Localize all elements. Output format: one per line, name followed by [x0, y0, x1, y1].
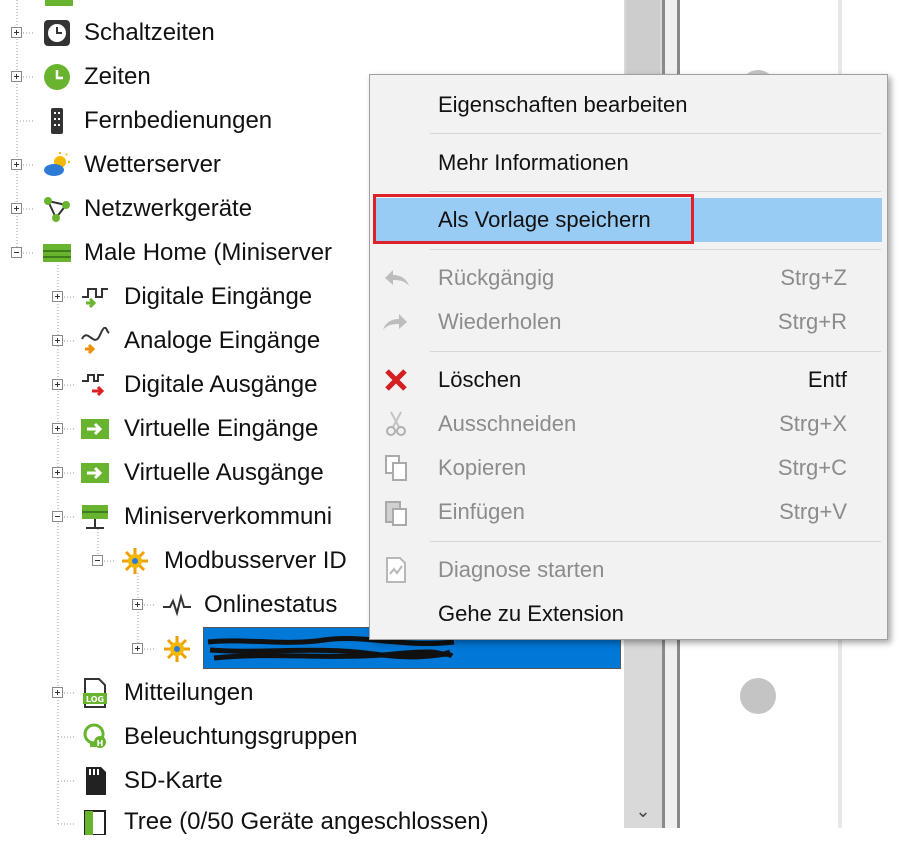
- expand-toggle[interactable]: [132, 599, 143, 610]
- collapse-toggle[interactable]: [11, 247, 22, 258]
- menu-item-label: Mehr Informationen: [438, 150, 629, 175]
- menu-item-shortcut: Strg+Z: [780, 265, 847, 290]
- log-icon: LOG: [80, 678, 110, 708]
- menu-item-shortcut: Strg+R: [777, 309, 847, 334]
- menu-item-paste[interactable]: Einfügen Strg+V: [370, 490, 887, 534]
- tree-item-label[interactable]: Digitale Eingänge: [124, 277, 312, 317]
- tree-item-label[interactable]: Beleuchtungsgruppen: [124, 717, 358, 757]
- light-group-icon: H: [80, 722, 110, 752]
- menu-item-label: Diagnose starten: [438, 557, 605, 582]
- virtual-output-icon: [80, 458, 110, 488]
- green-clock-icon: [42, 62, 72, 92]
- menu-item-shortcut: Strg+V: [779, 499, 847, 524]
- tree-item-label[interactable]: Mitteilungen: [124, 673, 253, 713]
- menu-item-delete[interactable]: Löschen Entf: [370, 358, 887, 402]
- analog-input-icon: [80, 326, 110, 356]
- tree-icon: [80, 806, 110, 836]
- pulse-icon: [162, 590, 192, 620]
- expand-toggle[interactable]: [11, 203, 22, 214]
- expand-toggle[interactable]: [11, 159, 22, 170]
- undo-icon: [380, 263, 412, 293]
- expand-toggle[interactable]: [52, 423, 63, 434]
- redo-icon: [380, 307, 412, 337]
- expand-toggle[interactable]: [52, 687, 63, 698]
- expand-toggle[interactable]: [52, 379, 63, 390]
- tree-item-label[interactable]: SD-Karte: [124, 761, 223, 801]
- menu-item-label: Kopieren: [438, 455, 527, 480]
- menu-item-more-info[interactable]: Mehr Informationen: [370, 141, 887, 185]
- expand-toggle[interactable]: [132, 643, 143, 654]
- tree-item-label[interactable]: Virtuelle Eingänge: [124, 409, 318, 449]
- menu-separator: [430, 351, 881, 352]
- menu-separator: [430, 191, 881, 192]
- tree-item-label[interactable]: Tree (0/50 Geräte angeschlossen): [124, 802, 489, 842]
- menu-separator: [430, 249, 881, 250]
- tree-item-label[interactable]: Analoge Eingänge: [124, 321, 320, 361]
- virtual-input-icon: [80, 414, 110, 444]
- tree-item-label[interactable]: Onlinestatus: [204, 585, 337, 625]
- expand-toggle[interactable]: [11, 71, 22, 82]
- menu-item-go-to-extension[interactable]: Gehe zu Extension: [370, 592, 887, 636]
- tree-item-label[interactable]: Fernbedienungen: [84, 101, 272, 141]
- menu-item-start-diagnosis[interactable]: Diagnose starten: [370, 548, 887, 592]
- menu-item-label: Wiederholen: [438, 309, 562, 334]
- remote-icon: [42, 106, 72, 136]
- menu-item-edit-properties[interactable]: Eigenschaften bearbeiten: [370, 83, 887, 127]
- expand-toggle[interactable]: [52, 467, 63, 478]
- expand-toggle[interactable]: [52, 335, 63, 346]
- menu-item-label: Rückgängig: [438, 265, 555, 290]
- menu-item-label: Löschen: [438, 367, 522, 392]
- menu-item-undo[interactable]: Rückgängig Strg+Z: [370, 256, 887, 300]
- menu-item-shortcut: Strg+X: [779, 411, 847, 436]
- tree-item-label[interactable]: Zeiten: [84, 57, 151, 97]
- status-dot: [740, 678, 776, 714]
- diagnose-icon: [380, 555, 412, 585]
- weather-icon: [42, 150, 72, 180]
- menu-item-redo[interactable]: Wiederholen Strg+R: [370, 300, 887, 344]
- menu-item-shortcut: Entf: [807, 367, 847, 392]
- expand-toggle[interactable]: [11, 27, 22, 38]
- delete-icon: [380, 365, 412, 395]
- digital-output-icon: [80, 370, 110, 400]
- network-device-icon: [80, 502, 110, 532]
- collapse-toggle[interactable]: [92, 555, 103, 566]
- cut-off-tree-icon: [45, 0, 73, 6]
- context-menu: Eigenschaften bearbeiten Mehr Informatio…: [369, 74, 888, 640]
- menu-item-label: Eigenschaften bearbeiten: [438, 92, 688, 117]
- cut-icon: [380, 409, 412, 439]
- modbus-icon: [120, 546, 150, 576]
- tree-item-label[interactable]: Miniserverkommuni: [124, 497, 332, 537]
- menu-item-label: Ausschneiden: [438, 411, 577, 436]
- menu-item-copy[interactable]: Kopieren Strg+C: [370, 446, 887, 490]
- modbus-icon: [162, 634, 192, 664]
- annotation-highlight-box: [373, 194, 694, 244]
- tree-item-label[interactable]: Netzwerkgeräte: [84, 189, 252, 229]
- copy-icon: [380, 453, 412, 483]
- tree-item-label[interactable]: Male Home (Miniserver: [84, 233, 332, 273]
- menu-separator: [430, 541, 881, 542]
- tree-item-label[interactable]: Digitale Ausgänge: [124, 365, 317, 405]
- menu-item-cut[interactable]: Ausschneiden Strg+X: [370, 402, 887, 446]
- clock-icon: [42, 18, 72, 48]
- menu-item-label: Gehe zu Extension: [438, 601, 624, 626]
- scroll-down-arrow-icon[interactable]: ⌄: [626, 796, 660, 826]
- tree-item-label[interactable]: Virtuelle Ausgänge: [124, 453, 324, 493]
- sd-card-icon: [80, 766, 110, 796]
- tree-item-label[interactable]: Schaltzeiten: [84, 13, 215, 53]
- tree-item-label[interactable]: Wetterserver: [84, 145, 221, 185]
- tree-item-label[interactable]: Modbusserver ID: [164, 541, 347, 581]
- menu-separator: [430, 133, 881, 134]
- svg-text:H: H: [97, 739, 104, 748]
- collapse-toggle[interactable]: [52, 511, 63, 522]
- paste-icon: [380, 497, 412, 527]
- network-icon: [42, 194, 72, 224]
- svg-text:LOG: LOG: [86, 695, 104, 704]
- menu-item-shortcut: Strg+C: [777, 455, 847, 480]
- digital-input-icon: [80, 282, 110, 312]
- menu-item-label: Einfügen: [438, 499, 525, 524]
- expand-toggle[interactable]: [52, 291, 63, 302]
- miniserver-icon: [42, 238, 72, 268]
